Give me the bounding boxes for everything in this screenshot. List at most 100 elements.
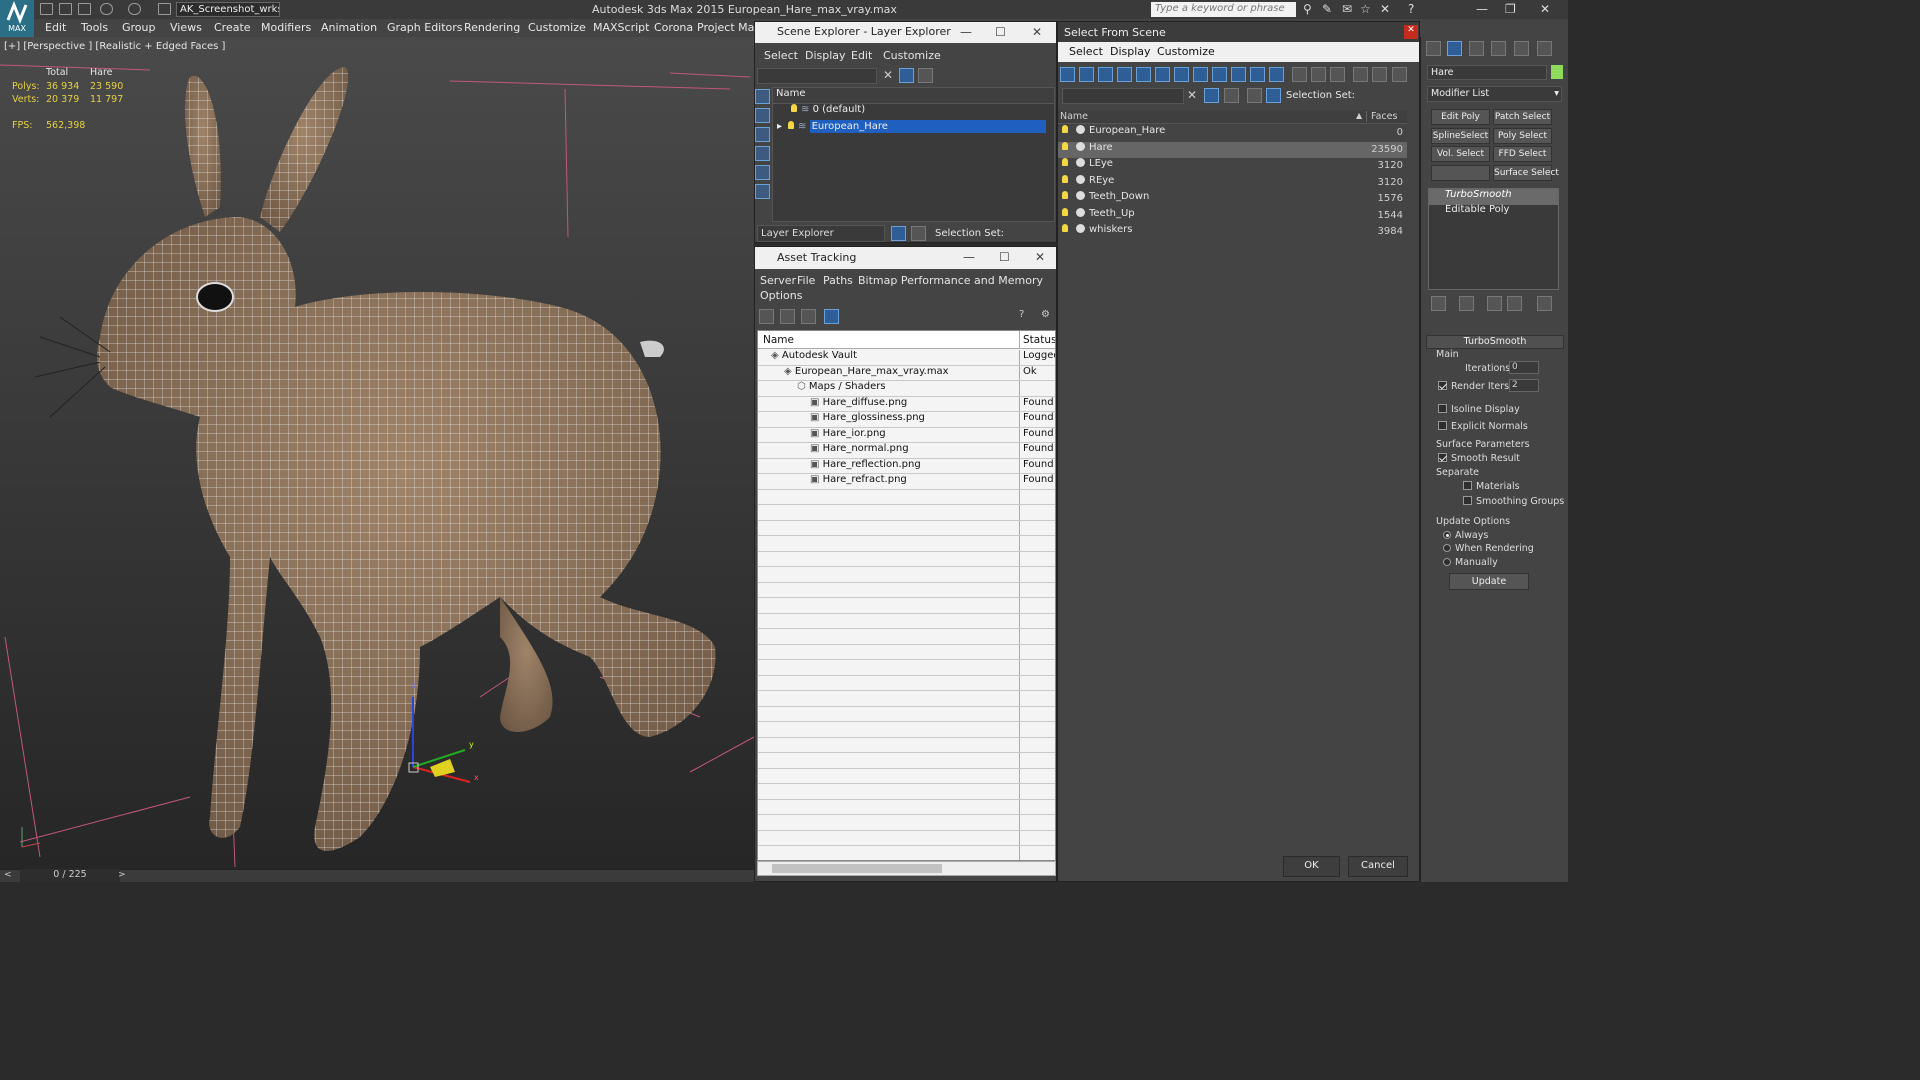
- menu-modifiers[interactable]: Modifiers: [261, 21, 311, 34]
- se-hierarchy-icon[interactable]: [911, 226, 926, 241]
- make-unique-icon[interactable]: [1487, 296, 1502, 311]
- asset-row-empty[interactable]: [758, 505, 1055, 521]
- menu-graph-editors[interactable]: Graph Editors: [387, 21, 463, 34]
- se-layer-toggle-icon[interactable]: [918, 68, 933, 83]
- at-settings-icon[interactable]: ⚙: [1041, 309, 1050, 320]
- asset-row-empty[interactable]: [758, 830, 1055, 846]
- pin-stack-icon[interactable]: [1431, 296, 1446, 311]
- filter-frozen-icon[interactable]: [1250, 67, 1265, 82]
- at-menu-paths[interactable]: Paths: [823, 274, 853, 287]
- cancel-button[interactable]: Cancel: [1348, 856, 1408, 877]
- modifier-stack[interactable]: TurboSmooth Editable Poly: [1428, 188, 1559, 290]
- sfs-col-faces[interactable]: Faces: [1366, 111, 1397, 122]
- filter-groups-icon[interactable]: [1174, 67, 1189, 82]
- workspace-dropdown[interactable]: AK_Screenshot_wrksp: [176, 2, 280, 17]
- maximize-icon[interactable]: ❐: [1505, 2, 1516, 16]
- sfs-menu-customize[interactable]: Customize: [1157, 45, 1215, 58]
- sfs-object-row[interactable]: whiskers 3984: [1058, 224, 1407, 241]
- asset-table[interactable]: Name Status ◈ Autodesk VaultLogged◈ Euro…: [757, 330, 1056, 861]
- redo-icon[interactable]: [128, 3, 141, 15]
- update-button[interactable]: Update: [1449, 573, 1529, 590]
- isoline-row[interactable]: Isoline Display: [1438, 404, 1520, 415]
- object-name-input[interactable]: Hare: [1427, 65, 1547, 80]
- asset-row[interactable]: ▣ Hare_diffuse.png Found: [758, 396, 1055, 412]
- at-help-icon[interactable]: ?: [1019, 309, 1024, 320]
- asset-horizontal-scrollbar[interactable]: [757, 861, 1056, 876]
- transform-gizmo[interactable]: [408, 697, 471, 783]
- undo-icon[interactable]: [100, 3, 113, 15]
- object-color-swatch[interactable]: [1551, 65, 1563, 79]
- se-filter-icon[interactable]: [899, 68, 914, 83]
- se-menu-customize[interactable]: Customize: [883, 49, 941, 62]
- asset-row-empty[interactable]: [758, 598, 1055, 614]
- binoculars-icon[interactable]: ⚲: [1303, 2, 1312, 16]
- menu-tools[interactable]: Tools: [81, 21, 108, 34]
- close-search-icon[interactable]: ✕: [1380, 2, 1390, 16]
- menu-corona[interactable]: Corona: [654, 21, 693, 34]
- sfs-hierarchy-icon[interactable]: [1266, 88, 1281, 103]
- sfs-layers-icon[interactable]: [1247, 88, 1262, 103]
- utilities-tab-icon[interactable]: [1537, 41, 1552, 56]
- render-iters-checkbox[interactable]: [1438, 381, 1447, 390]
- asset-row[interactable]: ▣ Hare_glossiness.png Found: [758, 412, 1055, 428]
- sfs-filter-icon[interactable]: [1204, 88, 1219, 103]
- sfs-close-icon[interactable]: ✕: [1404, 25, 1418, 39]
- asset-row-empty[interactable]: [758, 536, 1055, 552]
- perspective-viewport[interactable]: [0, 37, 755, 869]
- filter-bones-icon[interactable]: [1212, 67, 1227, 82]
- se-menu-display[interactable]: Display: [805, 49, 846, 62]
- scrollbar-thumb[interactable]: [772, 864, 942, 873]
- asset-row-empty[interactable]: [758, 520, 1055, 536]
- sfs-object-row[interactable]: LEye 3120: [1058, 158, 1407, 175]
- materials-row[interactable]: Materials: [1463, 481, 1520, 492]
- asset-row-empty[interactable]: [758, 737, 1055, 753]
- time-next-icon[interactable]: >: [118, 870, 126, 880]
- asset-row-empty[interactable]: [758, 489, 1055, 505]
- at-table-view-icon[interactable]: [824, 309, 839, 324]
- configure-sets-icon[interactable]: [1537, 296, 1552, 311]
- scene-explorer-maximize-icon[interactable]: ☐: [995, 25, 1006, 39]
- asset-row-empty[interactable]: [758, 753, 1055, 769]
- asset-minimize-icon[interactable]: —: [963, 250, 975, 264]
- favorites-star-icon[interactable]: ☆: [1360, 2, 1371, 16]
- filter-cameras-icon[interactable]: [1117, 67, 1132, 82]
- scene-explorer-close-icon[interactable]: ✕: [1032, 25, 1042, 39]
- scene-explorer-minimize-icon[interactable]: —: [960, 25, 972, 39]
- se-menu-edit[interactable]: Edit: [851, 49, 872, 62]
- filter-shapes-icon[interactable]: [1079, 67, 1094, 82]
- always-row[interactable]: Always: [1443, 530, 1488, 541]
- menu-group[interactable]: Group: [122, 21, 156, 34]
- se-display-objects-icon[interactable]: [755, 89, 770, 104]
- asset-row[interactable]: ⬡ Maps / Shaders: [758, 381, 1055, 397]
- save-file-icon[interactable]: [78, 3, 91, 15]
- asset-close-icon[interactable]: ✕: [1035, 250, 1045, 264]
- options-icon[interactable]: [1392, 67, 1407, 82]
- sfs-object-list[interactable]: European_Hare 0 Hare 23590 LEye 3120 REye 3120 T…: [1058, 125, 1407, 255]
- menu-customize[interactable]: Customize: [528, 21, 586, 34]
- open-file-icon[interactable]: [59, 3, 72, 15]
- sfs-object-row[interactable]: Teeth_Up 1544: [1058, 207, 1407, 225]
- close-window-icon[interactable]: ✕: [1540, 2, 1550, 16]
- patch-select-button[interactable]: Patch Select: [1493, 109, 1552, 125]
- se-display-cameras-icon[interactable]: [755, 165, 770, 180]
- se-clear-search-icon[interactable]: ✕: [883, 68, 893, 82]
- poly-select-button[interactable]: Poly Select: [1493, 128, 1552, 144]
- communication-icon[interactable]: ✉: [1342, 2, 1352, 16]
- stack-item-turbosmooth[interactable]: TurboSmooth: [1429, 189, 1558, 205]
- menu-edit[interactable]: Edit: [45, 21, 66, 34]
- at-menu-bitmap[interactable]: Bitmap Performance and Memory: [858, 274, 1043, 287]
- asset-row[interactable]: ▣ Hare_ior.png Found: [758, 427, 1055, 443]
- asset-row-empty[interactable]: [758, 675, 1055, 691]
- asset-col-status[interactable]: Status: [1019, 331, 1055, 348]
- scene-explorer-titlebar[interactable]: Scene Explorer - Layer Explorer — ☐ ✕: [755, 22, 1056, 43]
- sfs-object-row[interactable]: REye 3120: [1058, 174, 1407, 192]
- surface-select-button[interactable]: Surface Select: [1493, 165, 1559, 181]
- asset-row-empty[interactable]: [758, 722, 1055, 738]
- explicit-normals-row[interactable]: Explicit Normals: [1438, 421, 1528, 432]
- edit-poly-button[interactable]: Edit Poly: [1431, 109, 1490, 125]
- at-refresh-icon[interactable]: [759, 309, 774, 324]
- stack-item-editable-poly[interactable]: Editable Poly: [1429, 204, 1558, 220]
- se-search-input[interactable]: [757, 68, 877, 84]
- time-prev-icon[interactable]: <: [4, 870, 12, 880]
- vol-select-button[interactable]: Vol. Select: [1431, 146, 1490, 162]
